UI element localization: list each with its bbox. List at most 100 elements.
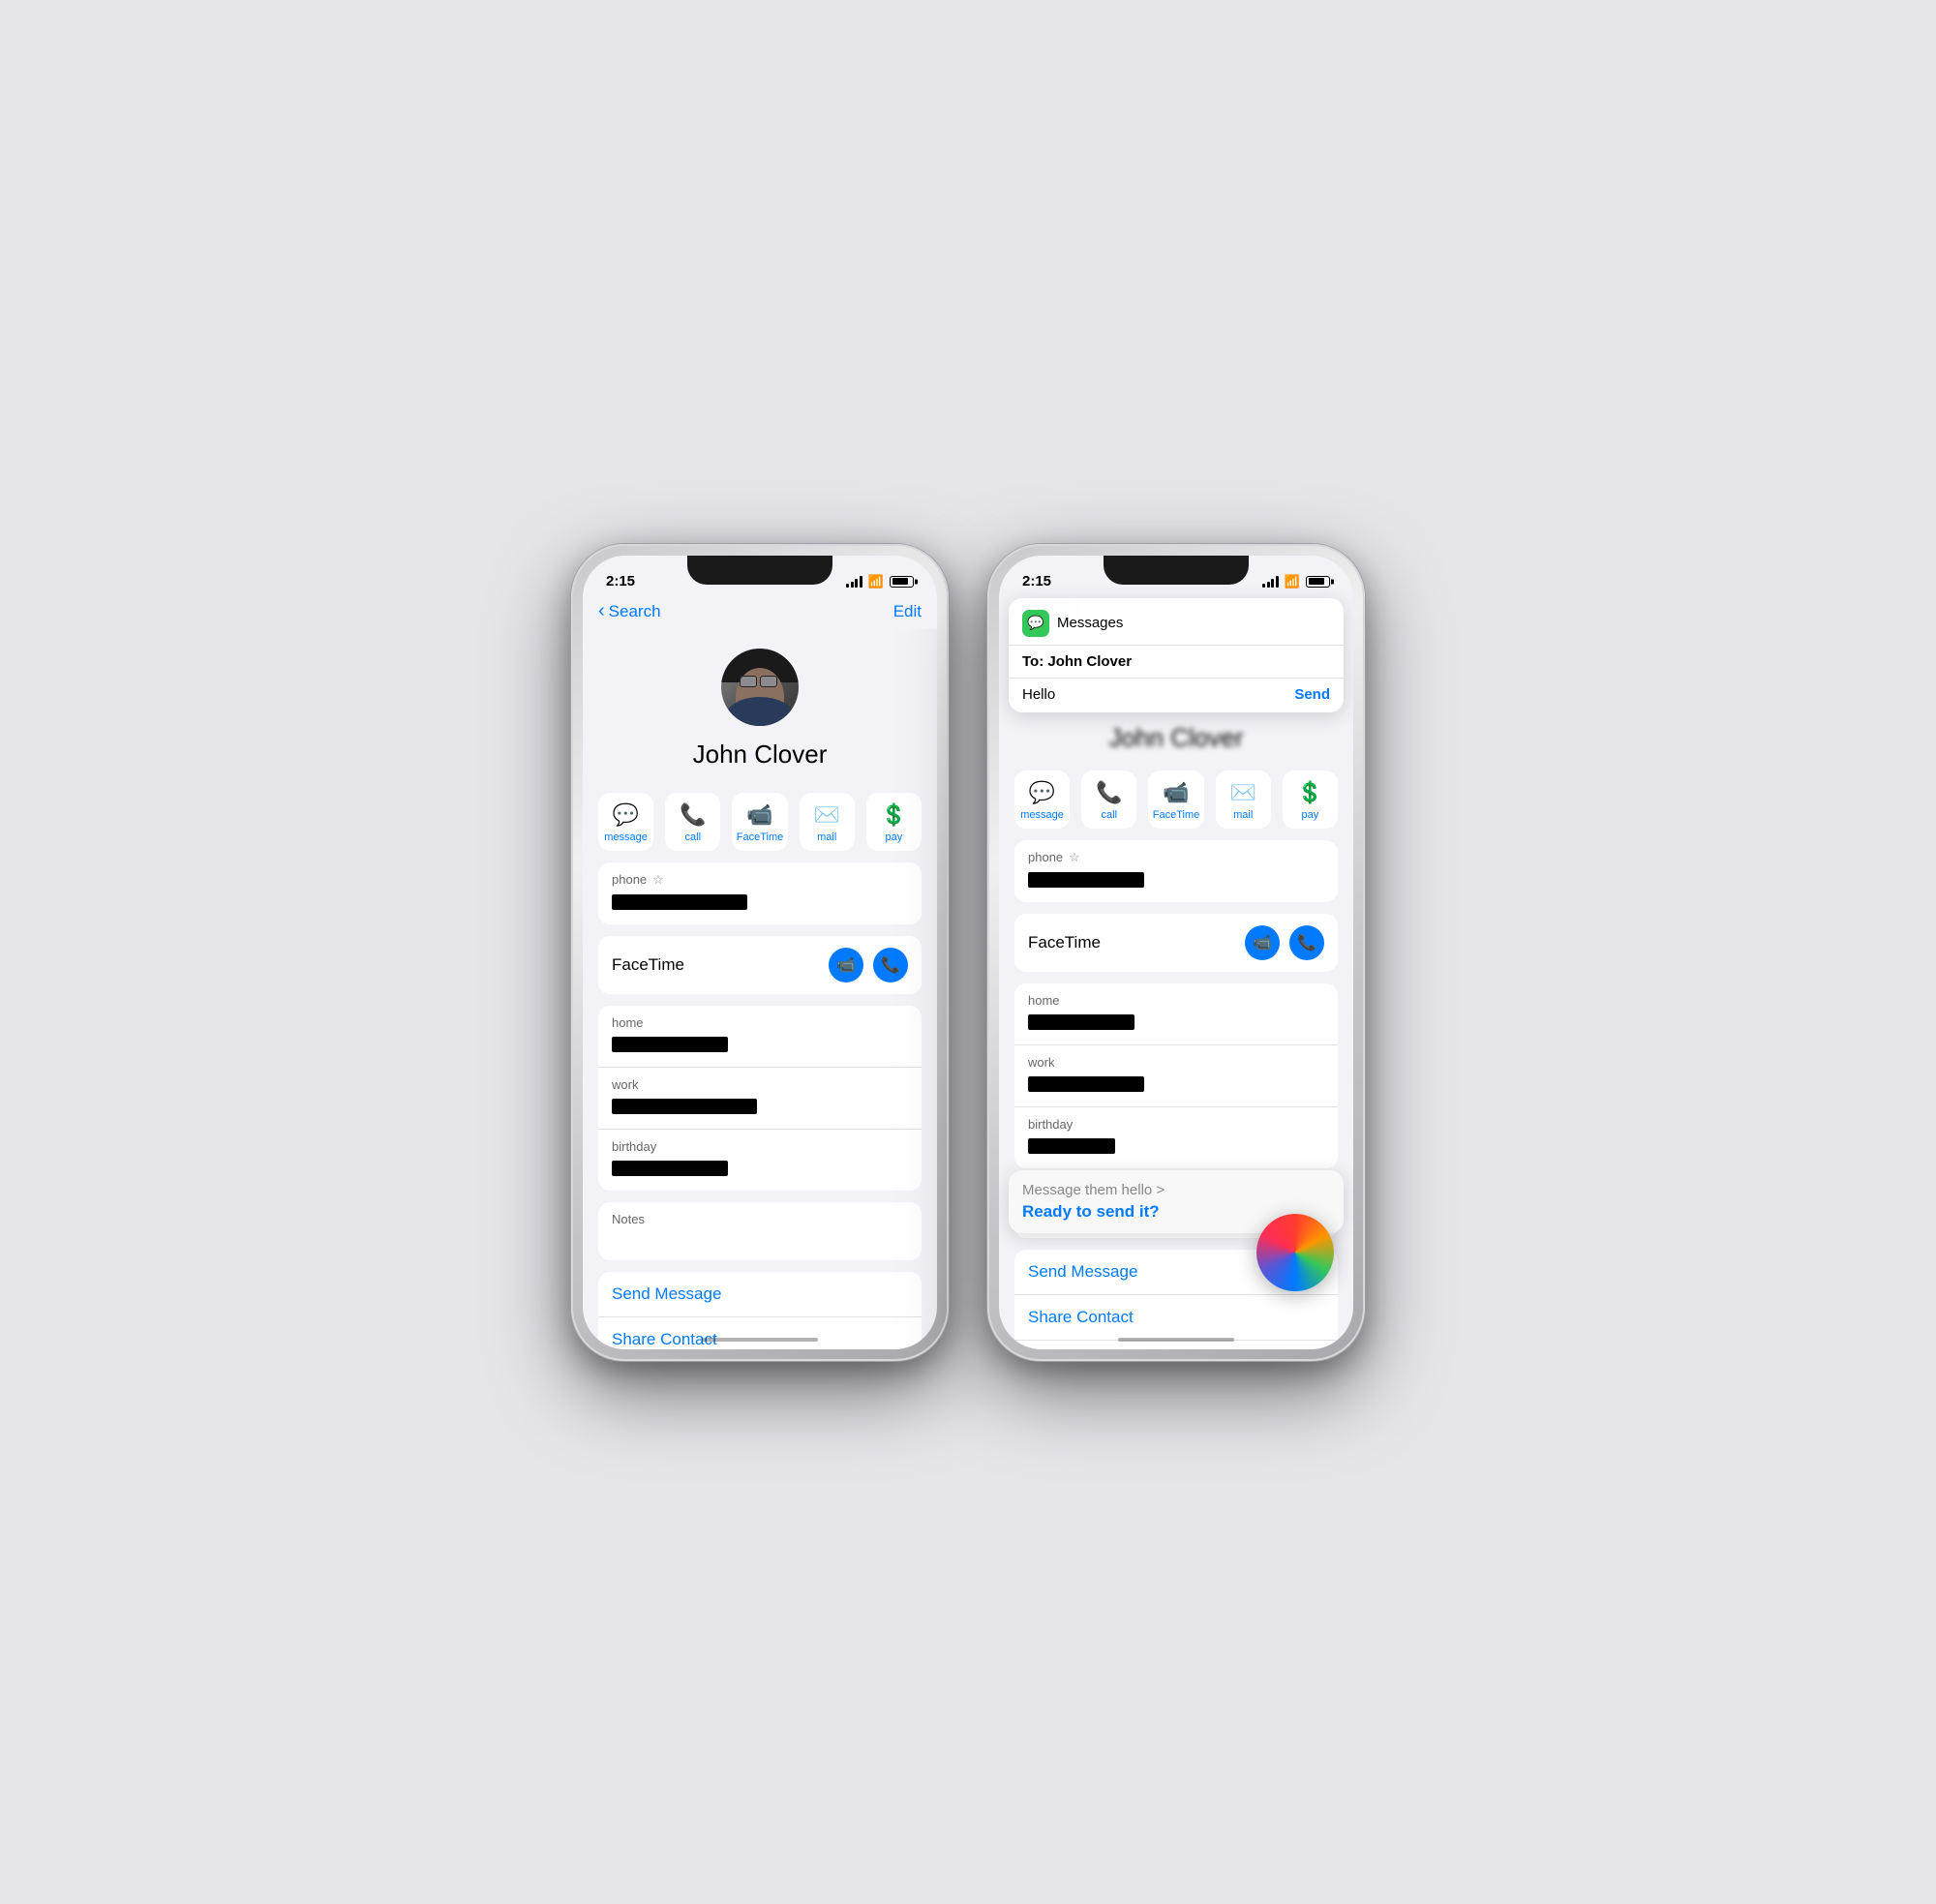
home-label-1: home <box>612 1015 908 1030</box>
back-label-1: Search <box>609 602 661 621</box>
pay-icon-2: 💲 <box>1297 780 1323 805</box>
phone-2: 2:15 📶 ‹ Search <box>987 544 1365 1361</box>
message-label-2: message <box>1020 809 1064 821</box>
status-time-1: 2:15 <box>606 573 635 589</box>
mail-button-1[interactable]: ✉️ mail <box>800 793 855 851</box>
contact-header-1: John Clover <box>583 641 937 785</box>
siri-ball-2[interactable] <box>1256 1214 1334 1291</box>
signal-bars-2 <box>1262 576 1279 588</box>
mail-label-2: mail <box>1233 809 1253 821</box>
facetime-row-2: FaceTime 📹 📞 <box>1014 914 1338 972</box>
facetime-button-1[interactable]: 📹 FaceTime <box>732 793 787 851</box>
work-redacted-2 <box>1028 1076 1144 1092</box>
scroll-area-1[interactable]: John Clover 💬 message 📞 call 📹 FaceTime <box>583 641 937 1349</box>
facetime-audio-btn-1[interactable]: 📞 <box>873 948 908 982</box>
mail-icon-1: ✉️ <box>814 802 840 828</box>
contact-name-2: John Clover <box>999 723 1353 753</box>
facetime-row-label-1: FaceTime <box>612 955 684 975</box>
facetime-button-2[interactable]: 📹 FaceTime <box>1148 771 1203 829</box>
edit-button-1[interactable]: Edit <box>893 602 922 621</box>
work-row-1[interactable]: work <box>598 1068 922 1130</box>
birthday-redacted-1 <box>612 1161 728 1176</box>
messages-title-2: Messages <box>1057 615 1123 631</box>
message-icon-1: 💬 <box>613 802 639 828</box>
status-time-2: 2:15 <box>1022 573 1051 589</box>
phone-row-1[interactable]: phone ☆ <box>598 862 922 924</box>
screen-content-1: 2:15 📶 ‹ Search <box>583 556 937 1349</box>
facetime-section-2: FaceTime 📹 📞 <box>1014 914 1338 972</box>
pay-label-1: pay <box>886 831 903 843</box>
facetime-btns-1: 📹 📞 <box>829 948 908 982</box>
phone-row-2[interactable]: phone ☆ <box>1014 840 1338 902</box>
notes-section-1: Notes <box>598 1202 922 1260</box>
phone-label-1: phone ☆ <box>612 872 908 888</box>
birthday-row-1[interactable]: birthday <box>598 1130 922 1191</box>
message-button-2[interactable]: 💬 message <box>1014 771 1070 829</box>
work-row-2[interactable]: work <box>1014 1045 1338 1107</box>
message-label-1: message <box>604 831 648 843</box>
mail-label-1: mail <box>817 831 836 843</box>
facetime-btns-2: 📹 📞 <box>1245 925 1324 960</box>
home-redacted-1 <box>612 1037 728 1052</box>
pay-button-1[interactable]: 💲 pay <box>866 793 922 851</box>
wifi-icon-1: 📶 <box>868 574 884 589</box>
facetime-row-label-2: FaceTime <box>1028 933 1101 952</box>
call-button-2[interactable]: 📞 call <box>1081 771 1136 829</box>
work-label-2: work <box>1028 1055 1324 1070</box>
nav-bar-1: ‹ Search Edit <box>583 598 937 629</box>
facetime-video-btn-2[interactable]: 📹 <box>1245 925 1280 960</box>
home-indicator-1 <box>702 1338 818 1342</box>
messages-send-button-2[interactable]: Send <box>1294 686 1330 703</box>
pay-button-2[interactable]: 💲 pay <box>1283 771 1338 829</box>
call-button-1[interactable]: 📞 call <box>665 793 720 851</box>
facetime-label-1: FaceTime <box>737 831 784 843</box>
avatar-glasses-1 <box>740 676 780 687</box>
mail-button-2[interactable]: ✉️ mail <box>1216 771 1271 829</box>
back-button-1[interactable]: ‹ Search <box>598 602 661 621</box>
messages-input-row-2: Hello Send <box>1009 679 1344 712</box>
messages-icon-2: 💬 <box>1022 610 1049 637</box>
work-redacted-1 <box>612 1099 757 1114</box>
pay-icon-1: 💲 <box>881 802 907 828</box>
share-contact-link-1[interactable]: Share Contact <box>598 1317 922 1349</box>
notch-1 <box>687 556 832 585</box>
facetime-row-1: FaceTime 📹 📞 <box>598 936 922 994</box>
signal-bars-1 <box>846 576 862 588</box>
star-icon-2: ☆ <box>1069 850 1080 865</box>
birthday-row-2[interactable]: birthday <box>1014 1107 1338 1168</box>
call-icon-2: 📞 <box>1096 780 1122 805</box>
status-icons-2: 📶 <box>1262 574 1330 589</box>
notes-label-1: Notes <box>612 1212 908 1226</box>
phone-redacted-1 <box>612 894 747 910</box>
messages-header-2: 💬 Messages <box>1009 598 1344 646</box>
facetime-icon-2: 📹 <box>1163 780 1189 805</box>
wifi-icon-2: 📶 <box>1285 574 1300 589</box>
action-buttons-1: 💬 message 📞 call 📹 FaceTime ✉️ mail <box>583 785 937 862</box>
phone-redacted-2 <box>1028 872 1144 888</box>
work-label-1: work <box>612 1077 908 1092</box>
facetime-audio-btn-2[interactable]: 📞 <box>1289 925 1324 960</box>
call-label-1: call <box>685 831 702 843</box>
action-buttons-2: 💬 message 📞 call 📹 FaceTime ✉️ mail <box>999 763 1353 840</box>
messages-input-text-2[interactable]: Hello <box>1022 686 1055 703</box>
facetime-label-2: FaceTime <box>1153 809 1200 821</box>
status-icons-1: 📶 <box>846 574 914 589</box>
messages-overlay-2: 💬 Messages To: John Clover Hello Send <box>1009 598 1344 712</box>
battery-1 <box>890 576 914 588</box>
message-icon-2: 💬 <box>1029 780 1055 805</box>
home-row-1[interactable]: home <box>598 1006 922 1068</box>
home-row-2[interactable]: home <box>1014 983 1338 1045</box>
message-button-1[interactable]: 💬 message <box>598 793 653 851</box>
share-contact-link-2[interactable]: Share Contact <box>1014 1295 1338 1341</box>
battery-2 <box>1306 576 1330 588</box>
back-chevron-1: ‹ <box>598 601 605 620</box>
phone-1: 2:15 📶 ‹ Search <box>571 544 949 1361</box>
add-favorites-link-2[interactable]: Add to Favorites <box>1014 1341 1338 1349</box>
address-section-1: home work birthday <box>598 1006 922 1191</box>
siri-hint-2: Message them hello > <box>1022 1182 1330 1198</box>
send-message-link-1[interactable]: Send Message <box>598 1272 922 1317</box>
facetime-video-btn-1[interactable]: 📹 <box>829 948 863 982</box>
phone-section-2: phone ☆ <box>1014 840 1338 902</box>
birthday-redacted-2 <box>1028 1138 1115 1154</box>
facetime-section-1: FaceTime 📹 📞 <box>598 936 922 994</box>
